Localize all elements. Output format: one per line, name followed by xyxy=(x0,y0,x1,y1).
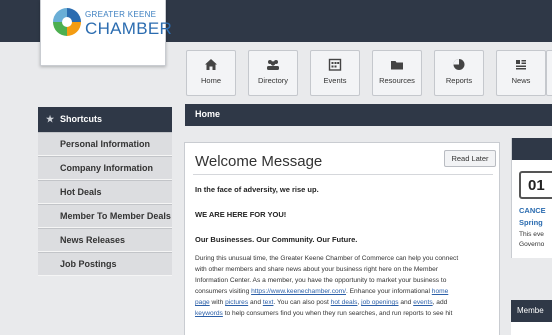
sidebar-item-news-releases[interactable]: News Releases xyxy=(38,228,172,252)
events-button[interactable]: Events xyxy=(310,50,360,96)
sidebar-item-company-information[interactable]: Company Information xyxy=(38,156,172,180)
body-text: and xyxy=(398,299,414,306)
page-link[interactable]: page xyxy=(195,299,210,306)
events-panel: 01 CANCE Spring This eve Governo xyxy=(511,138,552,258)
job-openings-link[interactable]: job openings xyxy=(361,299,398,306)
event-text: Governo xyxy=(519,241,545,248)
logo-line2: CHAMBER xyxy=(85,19,173,38)
body-line: Information Center. As a member, you hav… xyxy=(195,277,447,284)
sidebar-item-job-postings[interactable]: Job Postings xyxy=(38,252,172,276)
body-text: with xyxy=(209,299,226,306)
pictures-link[interactable]: pictures xyxy=(225,299,248,306)
body-text: . Enhance your informational xyxy=(346,288,432,295)
read-later-button[interactable]: Read Later xyxy=(444,150,496,167)
body-text: consumers visiting xyxy=(195,288,252,295)
pie-chart-icon xyxy=(453,59,465,70)
member-panel-header: Membe xyxy=(511,300,552,322)
welcome-title: Welcome Message xyxy=(195,153,323,170)
breadcrumb: Home xyxy=(185,104,552,126)
shortcuts-title: Shortcuts xyxy=(60,114,103,124)
divider xyxy=(193,174,493,175)
body-text: . You can also post xyxy=(273,299,331,306)
welcome-line2: WE ARE HERE FOR YOU! xyxy=(195,210,287,219)
website-link[interactable]: https://www.keenechamber.com/ xyxy=(251,288,346,295)
body-line: During this unusual time, the Greater Ke… xyxy=(195,255,459,262)
body-line: page with pictures and text. You can als… xyxy=(195,297,491,308)
home-link[interactable]: home xyxy=(432,288,449,295)
welcome-body: During this unusual time, the Greater Ke… xyxy=(195,253,491,319)
people-icon xyxy=(267,60,279,70)
breadcrumb-current[interactable]: Home xyxy=(195,109,220,119)
body-text: to help consumers find you when they run… xyxy=(222,310,453,317)
home-icon xyxy=(205,59,217,70)
directory-button[interactable]: Directory xyxy=(248,50,298,96)
shortcuts-header: ★ Shortcuts xyxy=(38,107,172,132)
folder-icon xyxy=(391,61,403,70)
home-button-label: Home xyxy=(200,76,221,85)
calendar-icon xyxy=(328,58,342,71)
body-line: consumers visiting https://www.keenecham… xyxy=(195,286,491,297)
text-link[interactable]: text xyxy=(263,299,274,306)
home-button[interactable]: Home xyxy=(186,50,236,96)
logo-line1: GREATER KEENE xyxy=(85,10,157,19)
reports-button[interactable]: Reports xyxy=(434,50,484,96)
logo-globe-icon xyxy=(53,8,81,36)
welcome-message-panel: Welcome Message Read Later In the face o… xyxy=(184,142,500,335)
main-toolbar: Home Directory Events Resources Reports xyxy=(186,50,552,96)
event-date-badge: 01 xyxy=(519,171,552,199)
resources-button-label: Resources xyxy=(379,76,415,85)
news-button-label: News xyxy=(511,76,531,85)
news-icon xyxy=(516,60,526,70)
body-text: , add xyxy=(432,299,448,306)
events-header xyxy=(512,138,552,160)
member-panel: Membe xyxy=(511,300,552,335)
news-button[interactable]: News xyxy=(496,50,546,96)
shortcuts-sidebar: ★ Shortcuts Personal Information Company… xyxy=(38,107,172,276)
event-title-link[interactable]: CANCE xyxy=(519,206,546,215)
welcome-line3: Our Businesses. Our Community. Our Futur… xyxy=(195,235,358,244)
sidebar-item-member-to-member-deals[interactable]: Member To Member Deals xyxy=(38,204,172,228)
body-line: with other members and share news about … xyxy=(195,266,438,273)
directory-button-label: Directory xyxy=(257,76,288,85)
more-toolbar-button[interactable] xyxy=(546,50,552,96)
events-button-label: Events xyxy=(323,76,347,85)
hot-deals-link[interactable]: hot deals xyxy=(331,299,358,306)
resources-button[interactable]: Resources xyxy=(372,50,422,96)
welcome-line1: In the face of adversity, we rise up. xyxy=(195,185,319,194)
star-icon: ★ xyxy=(46,114,55,124)
chamber-logo[interactable]: GREATER KEENE CHAMBER xyxy=(40,0,172,66)
events-link[interactable]: events xyxy=(413,299,432,306)
body-text: and xyxy=(248,299,263,306)
event-text: This eve xyxy=(519,231,544,238)
body-line: keywords to help consumers find you when… xyxy=(195,308,491,319)
sidebar-item-hot-deals[interactable]: Hot Deals xyxy=(38,180,172,204)
keywords-link[interactable]: keywords xyxy=(195,310,223,317)
reports-button-label: Reports xyxy=(445,76,473,85)
event-subtitle-link[interactable]: Spring xyxy=(519,218,543,227)
sidebar-item-personal-information[interactable]: Personal Information xyxy=(38,132,172,156)
